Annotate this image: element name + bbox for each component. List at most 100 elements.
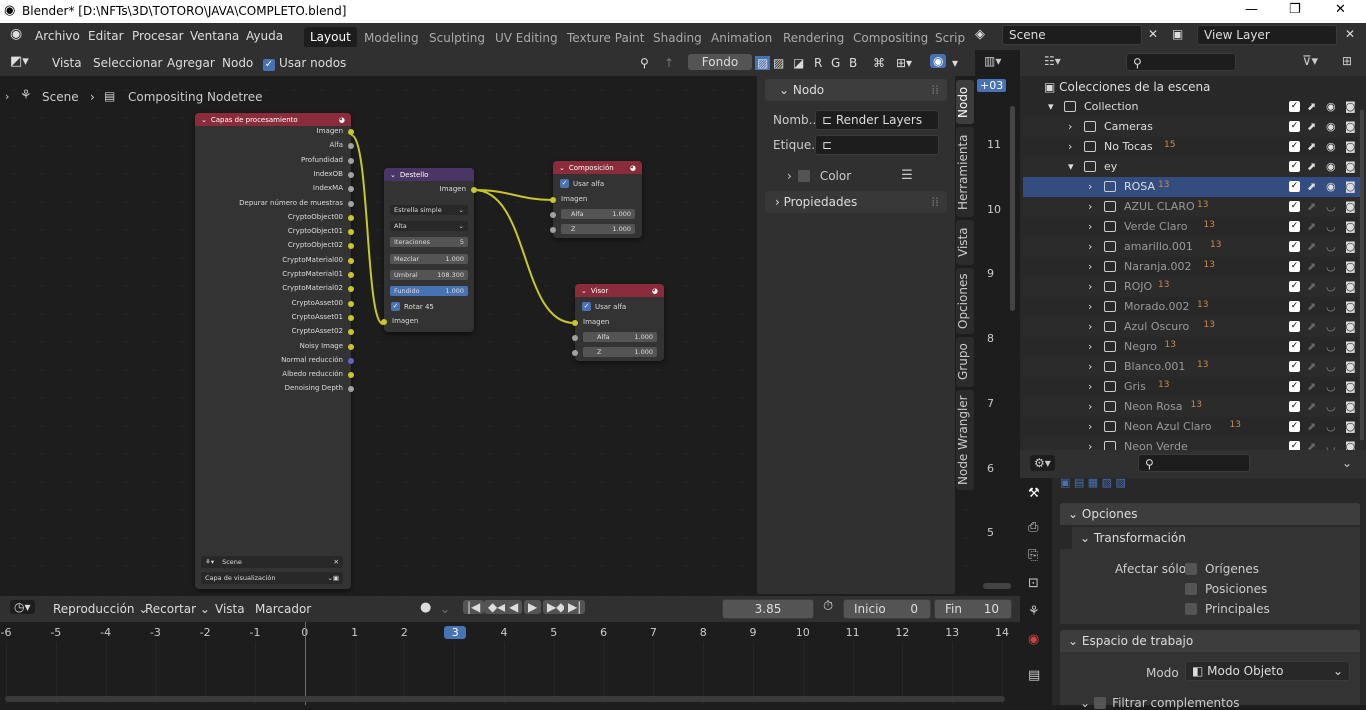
expand-icon[interactable]: › (1088, 320, 1092, 333)
jump-start-icon[interactable]: |◀ (463, 600, 485, 614)
exclude-checkbox[interactable]: ✓ (1289, 141, 1300, 152)
selectable-icon[interactable]: ⬈ (1307, 240, 1316, 253)
output-socket[interactable] (348, 257, 354, 264)
render-icon[interactable]: ◕ (339, 116, 345, 124)
render-icon[interactable]: ◕ (630, 164, 636, 172)
outliner-row[interactable]: › Negro 13 ✓ ⬈ ◡ ◙ (1023, 337, 1363, 357)
selectable-icon[interactable]: ⬈ (1307, 360, 1316, 373)
keying-icon[interactable]: ⌄ (440, 602, 450, 616)
selectable-icon[interactable]: ⬈ (1307, 420, 1316, 433)
alpha-field[interactable]: Alfa 1.000 (561, 209, 635, 219)
render-camera-icon[interactable]: ◙ (1345, 380, 1356, 393)
output-socket[interactable] (348, 314, 354, 321)
timeline-area[interactable]: -6-5-4-3-2-101234567891011121314 (0, 622, 1020, 705)
outliner-root[interactable]: ▣ Colecciones de la escena (1044, 80, 1210, 94)
exclude-checkbox[interactable]: ✓ (1289, 261, 1300, 272)
outliner-row[interactable]: › AZUL CLARO 13 ✓ ⬈ ◡ ◙ (1023, 197, 1363, 217)
menu-vista[interactable]: Vista (52, 56, 82, 70)
transformacion-section[interactable]: ⌄ Transformación (1072, 527, 1360, 549)
menu-editar[interactable]: Editar (88, 29, 124, 43)
output-socket[interactable] (348, 157, 354, 164)
current-frame-field[interactable]: 3.85 (722, 599, 814, 619)
z-field[interactable]: Z 1.000 (561, 224, 635, 234)
mode-icons[interactable]: ▣ ▤ ▦ ▧ ▨ (1060, 476, 1126, 489)
play-reverse-icon[interactable]: ◀ (505, 600, 523, 614)
render-camera-icon[interactable]: ◙ (1345, 280, 1356, 293)
expand-icon[interactable]: › (1088, 300, 1092, 313)
tab-compositing[interactable]: Compositing (853, 31, 928, 45)
glare-type-select[interactable]: Estrella simple ⌄ (390, 205, 468, 215)
backdrop-channels-icon[interactable]: ▨ (755, 56, 771, 70)
menu-agregar[interactable]: Agregar (167, 56, 215, 70)
selectable-icon[interactable]: ⬈ (1307, 280, 1316, 293)
exclude-checkbox[interactable]: ✓ (1289, 341, 1300, 352)
use-alpha-checkbox[interactable]: ✓ Usar alfa (582, 302, 626, 311)
visibility-eye-icon[interactable]: ◡ (1326, 220, 1336, 233)
locations-checkbox[interactable]: Posiciones (1185, 582, 1267, 596)
scene-tab-icon[interactable]: ⚘ (1028, 604, 1040, 619)
editor-type-icon[interactable]: ⚙▾ (1030, 455, 1055, 471)
outliner-row[interactable]: › Naranja.002 13 ✓ ⬈ ◡ ◙ (1023, 257, 1363, 277)
input-image-socket[interactable] (572, 320, 578, 326)
mode-select[interactable]: ◧ Modo Objeto ⌄ (1185, 661, 1350, 681)
render-icon[interactable]: ◕ (652, 287, 658, 295)
selectable-icon[interactable]: ⬈ (1307, 120, 1316, 133)
drag-handle-icon[interactable]: ⁞⁞ (931, 83, 939, 97)
visibility-eye-icon[interactable]: ◡ (1326, 320, 1336, 333)
backdrop-alpha-icon[interactable]: ▨ (773, 56, 784, 70)
render-layers-node[interactable]: ⌄ Capas de procesamiento ◕ Imagen Alfa Pro… (195, 113, 354, 589)
render-camera-icon[interactable]: ◙ (1345, 300, 1356, 313)
output-socket[interactable] (348, 200, 354, 207)
output-socket[interactable] (348, 129, 354, 135)
scene-close-icon[interactable]: ✕ (1148, 27, 1158, 41)
outliner-row[interactable]: › Morado.002 13 ✓ ⬈ ◡ ◙ (1023, 297, 1363, 317)
exclude-checkbox[interactable]: ✓ (1289, 281, 1300, 292)
threshold-field[interactable]: Umbral 108.300 (390, 270, 468, 280)
input-alpha-socket[interactable] (550, 212, 556, 218)
scene-selector-icon[interactable]: ◈ (975, 27, 985, 42)
collapse-icon[interactable]: ⌄ (201, 116, 207, 124)
expand-icon[interactable]: › (1088, 380, 1092, 393)
render-camera-icon[interactable]: ◙ (1345, 180, 1356, 193)
rotate-45-checkbox[interactable]: ✓ Rotar 45 (391, 302, 434, 311)
visibility-eye-icon[interactable]: ◡ (1326, 380, 1336, 393)
render-camera-icon[interactable]: ◙ (1345, 200, 1356, 213)
tab-sculpting[interactable]: Sculpting (429, 31, 485, 45)
outliner-row[interactable]: › No Tocas 15 ✓ ⬈ ◉ ◙ (1023, 137, 1363, 157)
editor-type-icon[interactable]: ◷▾ (10, 600, 35, 614)
render-camera-icon[interactable]: ◙ (1345, 100, 1356, 113)
timeline-scrollbar[interactable] (5, 696, 1005, 702)
pin-icon[interactable]: ⚲ (640, 56, 649, 70)
visibility-eye-icon[interactable]: ◡ (1326, 400, 1336, 413)
exclude-checkbox[interactable]: ✓ (1289, 321, 1300, 332)
tab-texture-paint[interactable]: Texture Paint (567, 31, 644, 45)
clear-icon[interactable]: ✕ (334, 558, 339, 566)
channel-g-button[interactable]: G (831, 56, 840, 70)
selectable-icon[interactable]: ⬈ (1307, 140, 1316, 153)
exclude-checkbox[interactable]: ✓ (1289, 361, 1300, 372)
outliner-row[interactable]: › Neon Azul Claro 13 ✓ ⬈ ◡ ◙ (1023, 417, 1363, 437)
render-camera-icon[interactable]: ◙ (1345, 260, 1356, 273)
origins-checkbox[interactable]: Orígenes (1185, 562, 1259, 576)
outliner-row[interactable]: ▾ Collection ✓ ⬈ ◉ ◙ (1023, 97, 1363, 117)
selectable-icon[interactable]: ⬈ (1307, 380, 1316, 393)
selectable-icon[interactable]: ⬈ (1307, 200, 1316, 213)
output-tab-icon[interactable]: ⎘ (1028, 548, 1038, 563)
input-z-socket[interactable] (572, 350, 578, 356)
selectable-icon[interactable]: ⬈ (1307, 300, 1316, 313)
iterations-field[interactable]: Iteraciones 5 (390, 237, 468, 247)
expand-icon[interactable]: › (1068, 140, 1072, 153)
view-layer-field[interactable]: View Layer (1197, 25, 1337, 45)
start-frame-field[interactable]: Inicio 0 (843, 599, 931, 619)
selectable-icon[interactable]: ⬈ (1307, 340, 1316, 353)
play-icon[interactable]: ▶ (524, 600, 542, 614)
visibility-eye-icon[interactable]: ◡ (1326, 240, 1336, 253)
output-socket[interactable] (348, 214, 354, 221)
expand-icon[interactable]: › (1088, 420, 1092, 433)
tab-grupo[interactable]: Grupo (956, 337, 974, 387)
exclude-checkbox[interactable]: ✓ (1289, 201, 1300, 212)
world-tab-icon[interactable]: ◉ (1028, 632, 1039, 647)
outliner-row[interactable]: › amarillo.001 13 ✓ ⬈ ◡ ◙ (1023, 237, 1363, 257)
outliner-row[interactable]: › Azul Oscuro 13 ✓ ⬈ ◡ ◙ (1023, 317, 1363, 337)
output-socket[interactable] (348, 300, 354, 307)
